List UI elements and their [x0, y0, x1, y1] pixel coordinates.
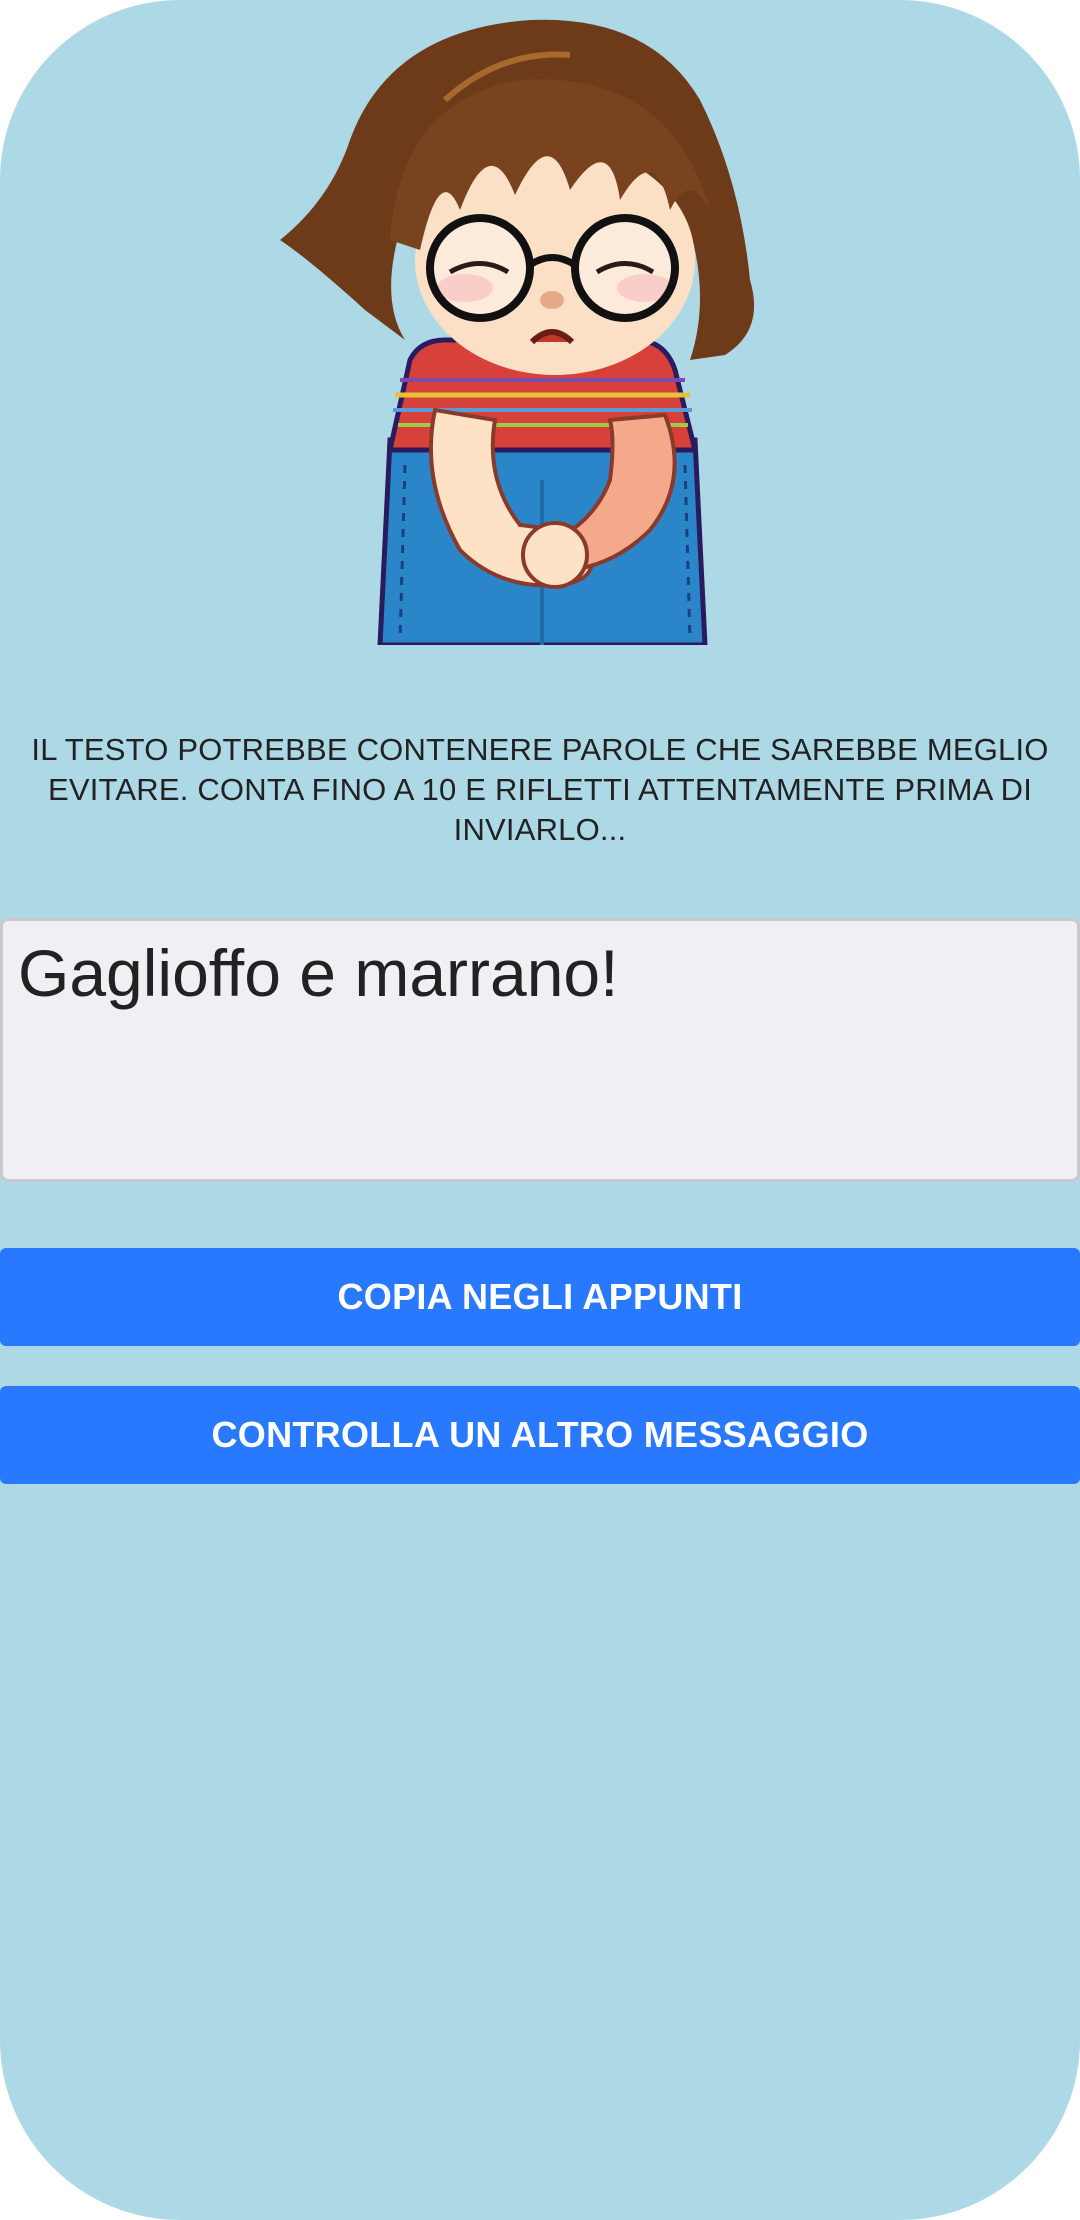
glasses-right	[571, 214, 679, 322]
check-button-label: CONTROLLA UN ALTRO MESSAGGIO	[211, 1414, 869, 1455]
app-screen: IL TESTO POTREBBE CONTENERE PAROLE CHE S…	[0, 0, 1080, 2220]
message-text-area[interactable]: Gaglioffo e marrano!	[0, 918, 1080, 1182]
glasses-left	[426, 214, 534, 322]
check-another-message-button[interactable]: CONTROLLA UN ALTRO MESSAGGIO	[0, 1386, 1080, 1484]
sad-girl-illustration	[280, 19, 755, 645]
warning-line: INVIARLO...	[453, 812, 627, 847]
warning-line: EVITARE. CONTA FINO A 10 E RIFLETTI ATTE…	[47, 772, 1033, 807]
copy-button-label: COPIA NEGLI APPUNTI	[337, 1276, 743, 1317]
message-text: Gaglioffo e marrano!	[18, 936, 619, 1010]
sad-mouth	[529, 329, 575, 345]
copy-to-clipboard-button[interactable]: COPIA NEGLI APPUNTI	[0, 1248, 1080, 1346]
warning-message: IL TESTO POTREBBE CONTENERE PAROLE CHE S…	[30, 730, 1050, 850]
warning-line: IL TESTO POTREBBE CONTENERE PAROLE CHE S…	[31, 732, 1049, 767]
